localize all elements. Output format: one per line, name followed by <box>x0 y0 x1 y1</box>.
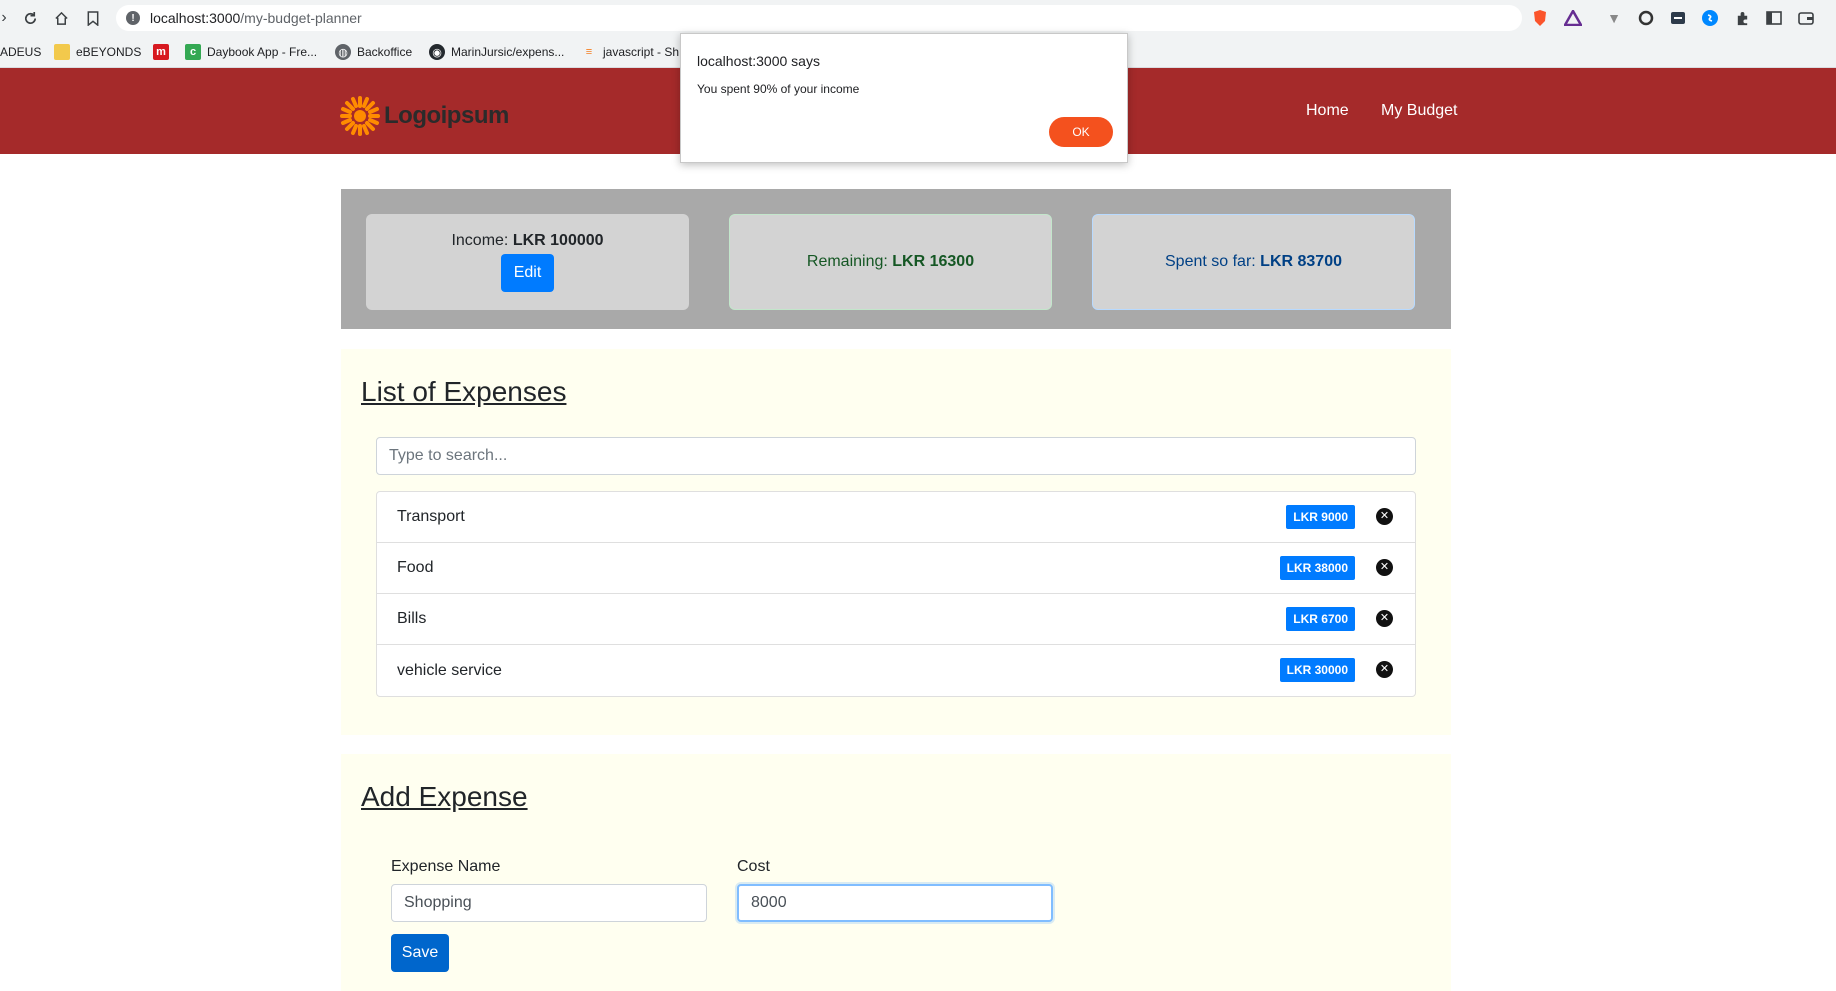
income-value: LKR 100000 <box>512 232 604 249</box>
bookmark-adeus[interactable]: ADEUS <box>0 43 41 61</box>
cost-label: Cost <box>737 858 770 875</box>
dialog-message: You spent 90% of your income <box>697 82 860 96</box>
bookmark-mcdonalds[interactable]: m <box>153 43 175 61</box>
spent-value: LKR 83700 <box>1260 253 1342 270</box>
bookmark-ebeyonds[interactable]: eBEYONDS <box>54 43 141 61</box>
add-expense-section: Add Expense Expense Name Shopping Cost 8… <box>341 754 1451 991</box>
extensions-puzzle-icon[interactable] <box>1732 8 1752 28</box>
budget-summary: Income: LKR 100000 Edit Remaining: LKR 1… <box>341 189 1451 329</box>
expense-name-field[interactable]: Shopping <box>391 884 707 922</box>
globe-icon: ◍ <box>335 44 351 60</box>
income-card: Income: LKR 100000 Edit <box>366 214 689 310</box>
browser-toolbar: › ! localhost:3000/my-budget-planner ▼ <box>0 0 1836 36</box>
remaining-text: Remaining: LKR 16300 <box>806 253 975 270</box>
add-expense-title: Add Expense <box>361 781 528 812</box>
list-item: vehicle service LKR 30000 ✕ <box>377 645 1415 696</box>
remaining-card: Remaining: LKR 16300 <box>729 214 1052 310</box>
forward-icon[interactable]: › <box>0 8 14 28</box>
spent-text: Spent so far: LKR 83700 <box>1165 253 1342 270</box>
delete-icon[interactable]: ✕ <box>1376 661 1393 678</box>
site-info-icon[interactable]: ! <box>126 11 140 25</box>
ok-button[interactable]: OK <box>1049 117 1113 147</box>
list-item: Bills LKR 6700 ✕ <box>377 594 1415 645</box>
remaining-value: LKR 16300 <box>892 253 975 270</box>
list-item: Transport LKR 9000 ✕ <box>377 492 1415 543</box>
bookmark-backoffice[interactable]: ◍ Backoffice <box>335 43 412 61</box>
expense-list-section: List of Expenses Transport LKR 9000 ✕ Fo… <box>341 349 1451 735</box>
delete-icon[interactable]: ✕ <box>1376 508 1393 525</box>
cost-badge: LKR 38000 <box>1279 556 1355 580</box>
bookmark-icon[interactable] <box>83 8 103 28</box>
shazam-icon[interactable] <box>1700 8 1720 28</box>
cost-badge: LKR 9000 <box>1286 505 1355 529</box>
bookmark-github[interactable]: ◉ MarinJursic/expens... <box>429 43 564 61</box>
daybook-favicon-icon: c <box>185 44 201 60</box>
edit-income-button[interactable]: Edit <box>501 254 554 292</box>
nav-my-budget[interactable]: My Budget <box>1381 102 1457 120</box>
cost-badge: LKR 6700 <box>1286 607 1355 631</box>
alert-dialog: localhost:3000 says You spent 90% of you… <box>680 33 1128 163</box>
logo-text: Logoipsum <box>384 102 509 129</box>
address-bar[interactable]: ! localhost:3000/my-budget-planner <box>116 5 1522 31</box>
delete-icon[interactable]: ✕ <box>1376 559 1393 576</box>
brave-shield-icon[interactable] <box>1530 8 1550 28</box>
folder-icon <box>54 44 70 60</box>
expense-list-title: List of Expenses <box>361 376 567 407</box>
bookmark-daybook[interactable]: c Daybook App - Fre... <box>185 43 317 61</box>
url-text: localhost:3000/my-budget-planner <box>150 10 362 26</box>
vue-devtools-icon[interactable]: ▼ <box>1604 8 1624 28</box>
expense-name: Transport <box>397 508 465 525</box>
home-icon[interactable] <box>51 8 71 28</box>
grammarly-icon[interactable] <box>1636 8 1656 28</box>
save-button[interactable]: Save <box>391 934 449 972</box>
search-input[interactable] <box>376 437 1416 475</box>
sun-logo-icon <box>340 96 380 136</box>
delete-icon[interactable]: ✕ <box>1376 610 1393 627</box>
sidebar-icon[interactable] <box>1764 8 1784 28</box>
logo[interactable]: Logoipsum <box>340 96 509 136</box>
wallet-icon[interactable] <box>1796 8 1816 28</box>
site-favicon-icon: m <box>153 44 169 60</box>
brave-rewards-icon[interactable] <box>1563 8 1583 28</box>
list-item: Food LKR 38000 ✕ <box>377 543 1415 594</box>
stackoverflow-icon: ≡ <box>585 46 593 58</box>
bookmark-stackoverflow[interactable]: ≡ javascript - Sh <box>581 43 679 61</box>
expense-name-label: Expense Name <box>391 858 501 875</box>
github-icon: ◉ <box>429 44 445 60</box>
expense-name: Bills <box>397 610 427 627</box>
extension-icon[interactable] <box>1668 8 1688 28</box>
cost-badge: LKR 30000 <box>1279 658 1355 682</box>
nav-home[interactable]: Home <box>1306 102 1349 120</box>
expense-name: Food <box>397 559 434 576</box>
cost-field[interactable]: 8000 <box>737 884 1053 922</box>
income-text: Income: LKR 100000 <box>451 232 604 249</box>
reload-icon[interactable] <box>20 8 40 28</box>
spent-card: Spent so far: LKR 83700 <box>1092 214 1415 310</box>
dialog-title: localhost:3000 says <box>697 53 820 69</box>
expense-list: Transport LKR 9000 ✕ Food LKR 38000 ✕ Bi… <box>376 491 1416 697</box>
expense-name: vehicle service <box>397 661 502 679</box>
